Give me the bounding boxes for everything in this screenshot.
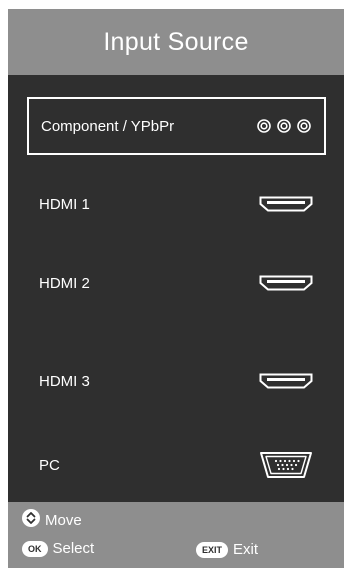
exit-label: Exit (233, 541, 259, 558)
move-hint: Move (22, 509, 82, 531)
select-hint: OK Select (22, 540, 94, 557)
vga-port-icon (259, 451, 313, 479)
source-item-pc[interactable]: PC (27, 436, 326, 494)
source-label: HDMI 1 (39, 195, 90, 213)
exit-key-icon: EXIT (196, 541, 229, 558)
ok-key-icon: OK (22, 540, 48, 557)
footer-hints: Move OK Select EXIT Exit (8, 502, 344, 568)
source-label: Component / YPbPr (41, 117, 175, 135)
hdmi-port-icon (259, 373, 313, 389)
source-item-hdmi-3[interactable]: HDMI 3 (27, 352, 326, 410)
up-down-arrows-icon (22, 509, 40, 531)
title-bar: Input Source (8, 9, 344, 75)
source-item-component[interactable]: Component / YPbPr (27, 97, 326, 155)
hdmi-port-icon (259, 275, 313, 291)
input-source-menu: Input Source Component / YPbPr HDMI 1 HD… (8, 9, 344, 568)
select-label: Select (52, 540, 95, 557)
source-label: HDMI 3 (39, 372, 90, 390)
source-item-hdmi-1[interactable]: HDMI 1 (27, 175, 326, 233)
menu-title: Input Source (103, 27, 249, 56)
hdmi-port-icon (259, 196, 313, 212)
source-label: HDMI 2 (39, 274, 90, 292)
component-rca-icon (257, 118, 311, 134)
source-item-hdmi-2[interactable]: HDMI 2 (27, 254, 326, 312)
move-label: Move (45, 511, 82, 529)
source-label: PC (39, 456, 60, 474)
exit-hint: EXIT Exit (196, 541, 258, 558)
